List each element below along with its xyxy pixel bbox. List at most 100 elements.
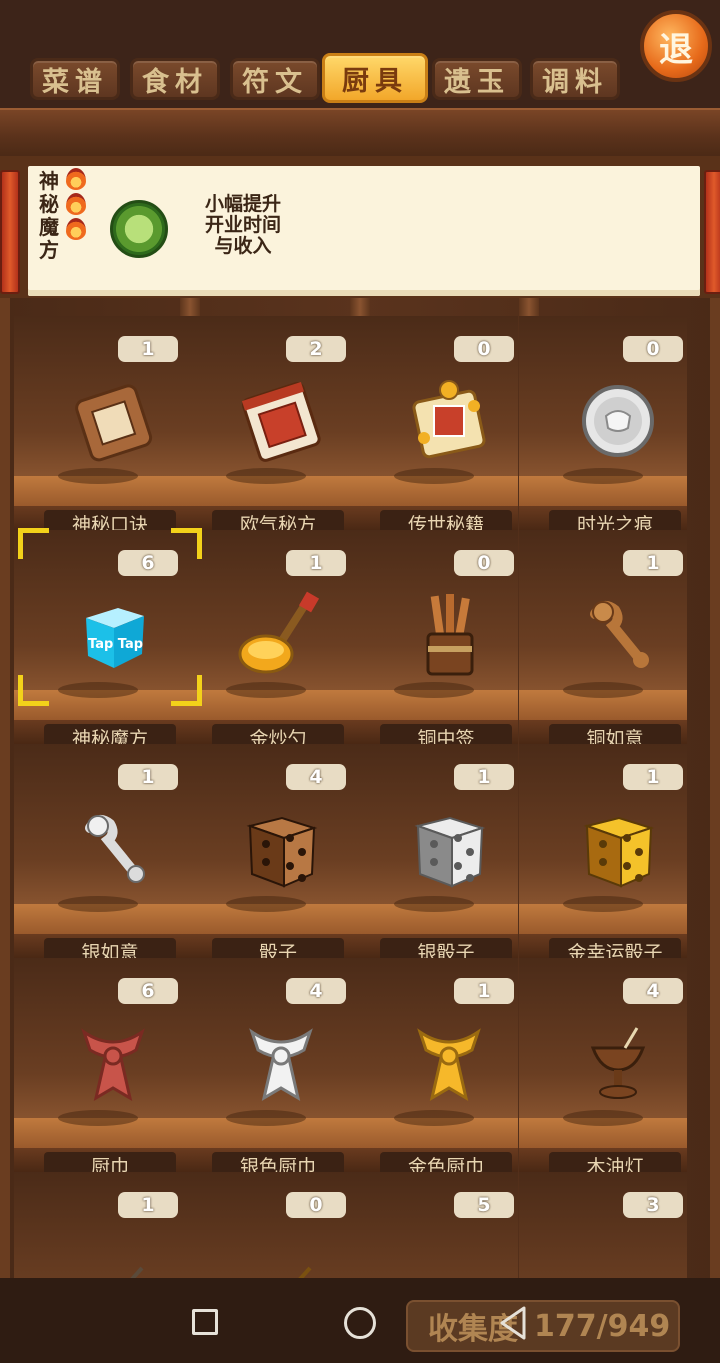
- golden-item-icon: [404, 1232, 494, 1278]
- back-button[interactable]: [496, 1305, 530, 1341]
- item-shadow: [563, 682, 643, 698]
- shelf-frame-left: [0, 298, 10, 1278]
- item-count-badge: 5: [454, 1192, 514, 1218]
- tab-runes[interactable]: 符文: [230, 58, 320, 100]
- bronze-sticks-icon: [404, 590, 494, 680]
- item-count-badge: 4: [286, 764, 346, 790]
- item-shadow: [58, 682, 138, 698]
- scroll-rod-right: [704, 170, 720, 294]
- item-count-badge: 6: [118, 978, 178, 1004]
- item-count-badge: 1: [118, 1192, 178, 1218]
- oil-lamp-icon: [573, 1018, 663, 1108]
- item-cell[interactable]: 2 欧气秘方: [182, 316, 350, 536]
- silver-coin-icon: [573, 376, 663, 466]
- item-shadow: [226, 682, 306, 698]
- tab-recipes[interactable]: 菜谱: [30, 58, 120, 100]
- item-count-badge: 0: [286, 1192, 346, 1218]
- white-bowl-icon: [68, 1232, 158, 1278]
- detail-name-char: 秘: [39, 192, 59, 216]
- item-count-badge: 1: [623, 764, 683, 790]
- item-shadow: [394, 682, 474, 698]
- item-count-badge: 1: [286, 550, 346, 576]
- item-count-badge: 6: [118, 550, 178, 576]
- item-shadow: [58, 1110, 138, 1126]
- red-scarf-icon: [68, 1018, 158, 1108]
- tab-seasonings[interactable]: 调料: [530, 58, 620, 100]
- tab-kitchenware[interactable]: 厨具: [322, 53, 428, 103]
- item-count-badge: 0: [454, 336, 514, 362]
- item-shadow: [394, 896, 474, 912]
- item-count-badge: 1: [118, 764, 178, 790]
- item-shadow: [58, 468, 138, 484]
- item-cell[interactable]: 1 金幸运骰子: [519, 744, 687, 964]
- exit-button[interactable]: 退: [640, 10, 712, 82]
- item-count-badge: 4: [623, 978, 683, 1004]
- svg-text:Tap Tap: Tap Tap: [88, 637, 143, 652]
- effect-line: 与收入: [214, 235, 272, 257]
- item-cell[interactable]: 1 银如意: [14, 744, 182, 964]
- silver-ruyi-icon: [68, 804, 158, 894]
- taptap-cube-icon: Tap Tap: [68, 590, 158, 680]
- secret-scroll-brown-icon: [68, 376, 158, 466]
- scroll-rod-left: [0, 170, 20, 294]
- item-cell[interactable]: 3: [519, 1172, 687, 1278]
- item-count-badge: 1: [118, 336, 178, 362]
- item-count-badge: 0: [454, 550, 514, 576]
- item-shadow: [226, 1110, 306, 1126]
- wood-beam: [0, 108, 720, 161]
- item-shadow: [394, 1110, 474, 1126]
- effect-line: 小幅提升: [204, 193, 281, 215]
- item-cell[interactable]: Tap Tap6神秘魔方Tap Tap: [14, 530, 182, 750]
- detail-item-name: 神 秘 魔 方: [36, 170, 62, 262]
- item-cell[interactable]: 6 厨巾: [14, 958, 182, 1178]
- item-cell[interactable]: 0 时光之痕: [519, 316, 687, 536]
- item-cell[interactable]: 4 银色厨巾: [182, 958, 350, 1178]
- flame-icon: [66, 193, 86, 215]
- tab-relics[interactable]: 遗玉: [432, 58, 522, 100]
- item-cell[interactable]: 0 铜中签: [350, 530, 518, 750]
- grey-pot-icon: [573, 1232, 663, 1278]
- app-root: 菜谱 食材 符文 厨具 遗玉 调料 退 神 秘 魔 方 小幅提升 开业时间 与收…: [0, 0, 720, 1363]
- bronze-ruyi-icon: [573, 590, 663, 680]
- recent-apps-button[interactable]: [192, 1309, 218, 1335]
- item-count-badge: 1: [454, 764, 514, 790]
- item-cell[interactable]: 0 传世秘籍: [350, 316, 518, 536]
- item-shelf[interactable]: 1神秘口诀2欧气秘方0传世秘籍0时光之痕Tap Tap6神秘魔方Tap Tap1…: [0, 298, 720, 1278]
- item-cell[interactable]: 1: [14, 1172, 182, 1278]
- item-shadow: [226, 468, 306, 484]
- detail-name-char: 方: [39, 238, 59, 262]
- item-count-badge: 1: [454, 978, 514, 1004]
- silver-scarf-icon: [236, 1018, 326, 1108]
- flame-icon: [66, 168, 86, 190]
- silver-dice-icon: [404, 804, 494, 894]
- item-cell[interactable]: 5: [350, 1172, 518, 1278]
- golden-dice-icon: [573, 804, 663, 894]
- item-shadow: [563, 896, 643, 912]
- clock-effect-icon: [110, 200, 168, 258]
- secret-book-gold-icon: [404, 376, 494, 466]
- item-cell[interactable]: 1 银骰子: [350, 744, 518, 964]
- effect-line: 开业时间: [204, 214, 281, 236]
- flame-icon: [66, 218, 86, 240]
- item-shadow: [394, 468, 474, 484]
- golden-ladle-icon: [236, 590, 326, 680]
- detail-name-char: 魔: [39, 215, 59, 239]
- item-cell[interactable]: 1 金炒勺: [182, 530, 350, 750]
- secret-scroll-red-icon: [236, 376, 326, 466]
- detail-effect-text: 小幅提升 开业时间 与收入: [188, 194, 298, 257]
- item-shadow: [563, 468, 643, 484]
- collection-progress: 收集度 177/949: [406, 1300, 680, 1352]
- item-cell[interactable]: 0: [182, 1172, 350, 1278]
- home-button[interactable]: [344, 1307, 376, 1339]
- item-cell[interactable]: 1 铜如意: [519, 530, 687, 750]
- item-count-badge: 2: [286, 336, 346, 362]
- tab-ingredients[interactable]: 食材: [130, 58, 220, 100]
- item-cell[interactable]: 4 木油灯: [519, 958, 687, 1178]
- golden-bowl-icon: [236, 1232, 326, 1278]
- item-cell[interactable]: 1 神秘口诀: [14, 316, 182, 536]
- item-shadow: [58, 896, 138, 912]
- item-cell[interactable]: 1 金色厨巾: [350, 958, 518, 1178]
- shelf-frame-right: [710, 298, 720, 1278]
- header: 菜谱 食材 符文 厨具 遗玉 调料 退: [0, 0, 720, 108]
- item-cell[interactable]: 4 骰子: [182, 744, 350, 964]
